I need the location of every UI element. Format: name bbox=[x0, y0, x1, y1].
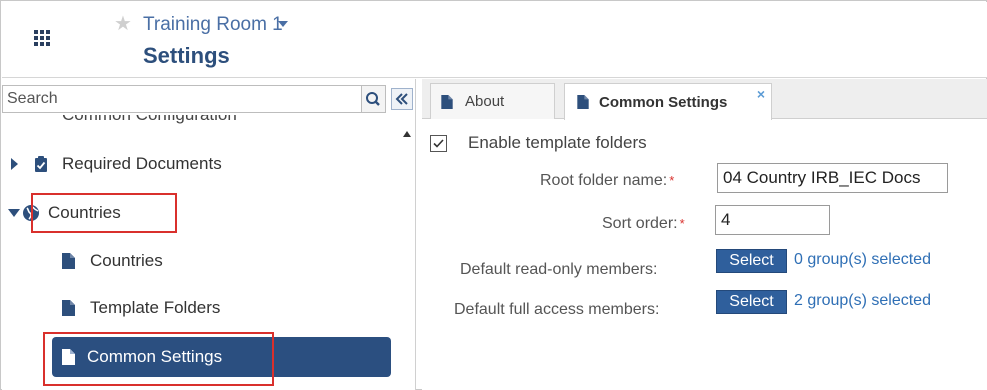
double-chevron-left-icon bbox=[395, 93, 408, 105]
tab-strip: About Common Settings × bbox=[422, 79, 987, 120]
collapse-caret-icon[interactable] bbox=[8, 209, 20, 217]
tab-label: About bbox=[465, 93, 505, 110]
root-folder-name-input[interactable] bbox=[717, 163, 948, 193]
close-tab-icon[interactable]: × bbox=[757, 86, 765, 102]
tree-item-label: Countries bbox=[48, 203, 121, 222]
globe-icon bbox=[23, 205, 39, 221]
sort-order-label-text: Sort order: bbox=[602, 215, 678, 232]
favorite-star-icon[interactable]: ★ bbox=[114, 14, 134, 34]
page-title: Settings bbox=[143, 43, 230, 68]
sort-order-input[interactable] bbox=[715, 205, 830, 235]
collapse-panel-button[interactable] bbox=[391, 88, 413, 110]
full-access-members-groups-link[interactable]: 2 group(s) selected bbox=[794, 292, 931, 310]
scroll-up-arrow-icon[interactable] bbox=[403, 131, 411, 137]
enable-template-folders-checkbox[interactable] bbox=[430, 135, 447, 152]
app-launcher-grid-icon[interactable] bbox=[34, 30, 52, 46]
document-icon bbox=[62, 253, 75, 269]
tree-item-template-folders[interactable]: Template Folders bbox=[62, 291, 220, 325]
tree-item-label: Template Folders bbox=[90, 298, 221, 317]
read-only-members-groups-link[interactable]: 0 group(s) selected bbox=[794, 251, 931, 269]
header-bar: ★ Training Room 1 Settings bbox=[2, 2, 987, 78]
search-input[interactable] bbox=[7, 89, 347, 109]
sort-order-label: Sort order: * bbox=[602, 215, 685, 233]
tree-item-common-settings[interactable]: Common Settings bbox=[52, 337, 391, 377]
document-icon bbox=[577, 95, 589, 109]
document-icon bbox=[441, 94, 453, 109]
root-folder-name-label-text: Root folder name: bbox=[540, 172, 668, 189]
read-only-members-select-button[interactable]: Select bbox=[716, 249, 787, 273]
full-access-members-label: Default full access members: bbox=[454, 301, 660, 318]
required-asterisk: * bbox=[679, 216, 685, 231]
room-dropdown-caret-icon[interactable] bbox=[278, 21, 288, 27]
tab-label: Common Settings bbox=[599, 93, 728, 111]
full-access-members-select-button[interactable]: Select bbox=[716, 290, 787, 314]
content-panel: About Common Settings × Enable template … bbox=[422, 79, 987, 390]
expand-caret-icon[interactable] bbox=[11, 158, 18, 170]
checkmark-icon bbox=[433, 139, 444, 148]
tab-about[interactable]: About bbox=[430, 83, 555, 119]
tree-item-required-documents[interactable]: Required Documents bbox=[11, 147, 222, 181]
clipboard-check-icon bbox=[35, 155, 47, 172]
document-icon bbox=[62, 349, 75, 365]
tree-item-partial-label: Common Configuration bbox=[62, 115, 237, 124]
navigation-panel: Common Configuration Required Documents … bbox=[2, 79, 416, 390]
document-icon bbox=[62, 300, 75, 316]
tab-common-settings[interactable]: Common Settings × bbox=[564, 83, 772, 120]
tree-item-label: Common Settings bbox=[87, 347, 223, 366]
room-selector[interactable]: Training Room 1 bbox=[143, 14, 283, 36]
tree-item-countries-child[interactable]: Countries bbox=[62, 244, 163, 278]
search-icon bbox=[366, 92, 380, 106]
enable-template-folders-label: Enable template folders bbox=[468, 133, 647, 152]
tree-item-countries[interactable]: Countries bbox=[8, 196, 121, 230]
tree-item-label: Countries bbox=[90, 251, 163, 270]
tree-item-label: Required Documents bbox=[62, 154, 222, 173]
read-only-members-label: Default read-only members: bbox=[460, 261, 658, 278]
app-window: ★ Training Room 1 Settings Common Config… bbox=[0, 0, 987, 390]
tree-item-partial: Common Configuration bbox=[62, 115, 302, 124]
search-box bbox=[2, 85, 362, 113]
search-button[interactable] bbox=[362, 85, 386, 113]
required-asterisk: * bbox=[669, 173, 675, 188]
root-folder-name-label: Root folder name: * bbox=[540, 172, 674, 190]
